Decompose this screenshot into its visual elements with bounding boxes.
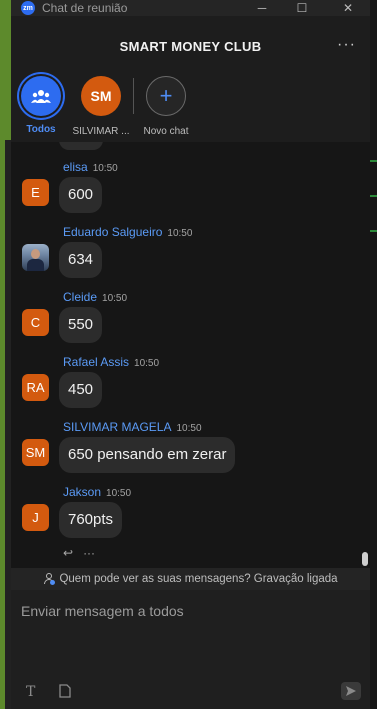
message-bubble[interactable]: 650 pensando em zerar — [59, 437, 236, 473]
tab-label: Novo chat — [143, 126, 189, 137]
zoom-logo-icon: zm — [21, 1, 35, 15]
format-text-icon[interactable]: T — [26, 684, 35, 700]
tab-silvimar[interactable]: SM SILVIMAR ... — [71, 72, 131, 137]
avatar[interactable]: SM — [22, 439, 49, 466]
title-bar: zm Chat de reunião ─ ☐ ✕ — [11, 0, 370, 16]
sender-name[interactable]: SILVIMAR MAGELA — [63, 420, 171, 434]
avatar[interactable]: J — [22, 504, 49, 531]
tab-todos[interactable]: Todos — [11, 72, 71, 135]
plus-icon: + — [146, 76, 186, 116]
message-bubble[interactable]: 760pts — [59, 502, 123, 538]
message-meta: SILVIMAR MAGELA 10:50 — [63, 420, 202, 434]
file-icon[interactable] — [59, 684, 71, 701]
message-bubble-partial — [59, 142, 103, 150]
message-meta: Eduardo Salgueiro 10:50 — [63, 225, 192, 239]
message-bubble[interactable]: 550 — [59, 307, 103, 343]
sender-name[interactable]: elisa — [63, 160, 88, 174]
more-options-button[interactable]: ··· — [337, 36, 356, 54]
chat-title: SMART MONEY CLUB — [119, 38, 262, 54]
message-composer: T — [11, 590, 370, 709]
message-bubble[interactable]: 450 — [59, 372, 103, 408]
close-button[interactable]: ✕ — [337, 0, 359, 16]
desktop-background-right — [370, 0, 377, 709]
minimize-button[interactable]: ─ — [251, 0, 273, 16]
meeting-chat-window: zm Chat de reunião ─ ☐ ✕ SMART MONEY CLU… — [11, 0, 370, 709]
scrollbar[interactable] — [362, 142, 368, 568]
avatar[interactable]: E — [22, 179, 49, 206]
tab-divider — [133, 78, 134, 114]
tab-label: SILVIMAR ... — [72, 126, 130, 137]
maximize-button[interactable]: ☐ — [291, 0, 313, 16]
message-time: 10:50 — [102, 293, 128, 304]
privacy-notice[interactable]: Quem pode ver as suas mensagens? Gravaçã… — [11, 568, 370, 590]
notice-text: Quem pode ver as suas mensagens? Gravaçã… — [59, 573, 338, 585]
message-time: 10:50 — [106, 488, 132, 499]
message-bubble[interactable]: 600 — [59, 177, 103, 213]
sender-name[interactable]: Eduardo Salgueiro — [63, 225, 162, 239]
window-title: Chat de reunião — [42, 1, 128, 15]
scroll-thumb[interactable] — [362, 552, 368, 566]
message-time: 10:50 — [167, 228, 193, 239]
message-meta: Cleide 10:50 — [63, 290, 127, 304]
sender-name[interactable]: Rafael Assis — [63, 355, 129, 369]
message-time: 10:50 — [134, 358, 160, 369]
message-meta: elisa 10:50 — [63, 160, 118, 174]
send-button[interactable] — [341, 682, 361, 700]
message-time: 10:50 — [92, 163, 118, 174]
avatar[interactable]: RA — [22, 374, 49, 401]
message-actions: ↩ ··· — [63, 546, 95, 560]
reply-icon[interactable]: ↩ — [63, 546, 73, 560]
tab-new-chat[interactable]: + Novo chat — [136, 72, 196, 137]
message-meta: Rafael Assis 10:50 — [63, 355, 159, 369]
sender-name[interactable]: Jakson — [63, 485, 101, 499]
avatar: SM — [81, 76, 121, 116]
tab-label: Todos — [26, 124, 56, 135]
chat-tabs: Todos SM SILVIMAR ... + Novo chat — [11, 72, 370, 138]
avatar-photo[interactable] — [22, 244, 49, 271]
more-actions-icon[interactable]: ··· — [83, 546, 95, 560]
sender-name[interactable]: Cleide — [63, 290, 97, 304]
message-input[interactable] — [19, 598, 353, 624]
avatar[interactable]: C — [22, 309, 49, 336]
message-list[interactable]: elisa 10:50 E 600 Eduardo Salgueiro 10:50 … — [11, 142, 370, 568]
person-privacy-icon — [43, 573, 56, 585]
people-icon — [21, 76, 61, 116]
message-bubble[interactable]: 634 — [59, 242, 103, 278]
message-time: 10:50 — [176, 423, 202, 434]
chat-header: SMART MONEY CLUB ··· — [11, 28, 370, 64]
send-icon — [346, 686, 356, 696]
message-meta: Jakson 10:50 — [63, 485, 131, 499]
